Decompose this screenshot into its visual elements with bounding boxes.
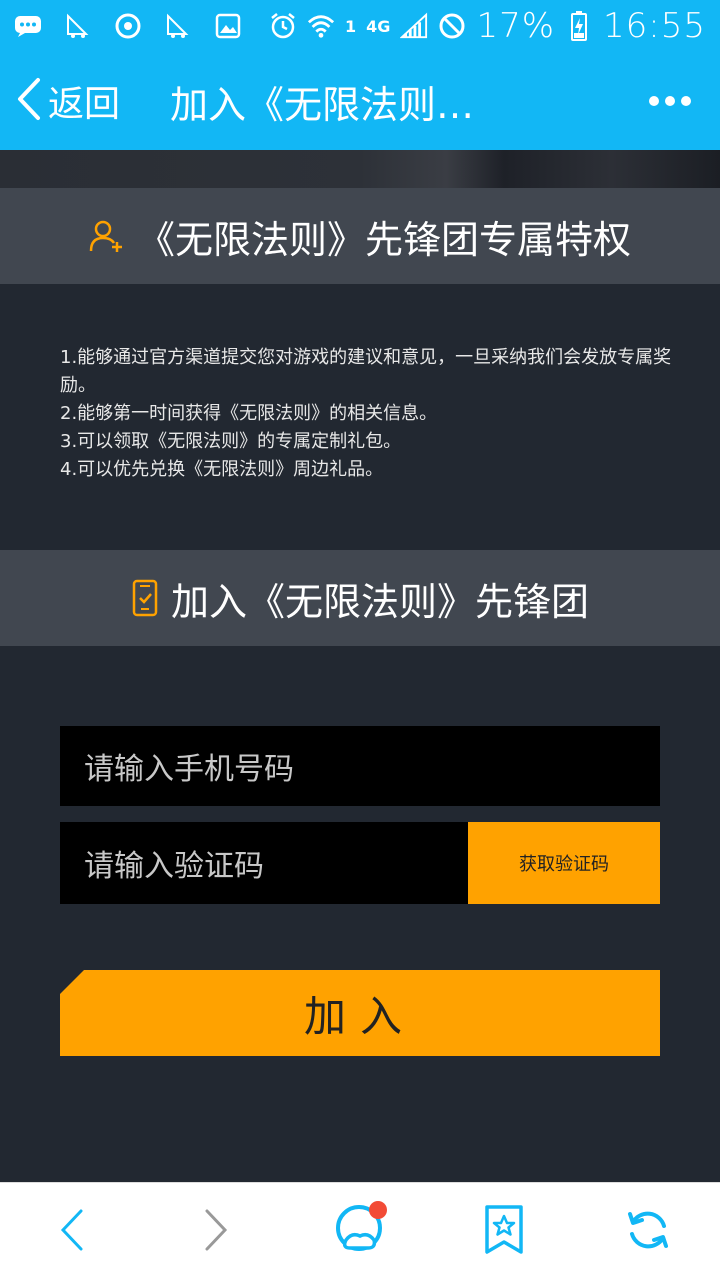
join-header: 加入《无限法则》先锋团 xyxy=(0,550,720,646)
phone-check-icon xyxy=(131,579,159,617)
clock: 16:55 xyxy=(603,6,706,46)
privilege-item: 4.可以优先兑换《无限法则》周边礼品。 xyxy=(60,459,384,480)
get-code-button[interactable]: 获取验证码 xyxy=(468,822,660,904)
more-dot-icon xyxy=(665,96,675,106)
power-app-icon xyxy=(114,12,142,40)
status-bar: 1 4G 17% 16:55 xyxy=(0,0,720,52)
network-type: 4G xyxy=(366,16,391,36)
chat-notification-icon xyxy=(14,12,42,40)
sailboat-app-icon xyxy=(64,12,92,40)
sailboat-app-icon-2 xyxy=(164,12,192,40)
chevron-left-icon xyxy=(59,1208,85,1256)
nav-refresh-button[interactable] xyxy=(603,1187,693,1277)
page-title: 加入《无限法则… xyxy=(170,82,475,127)
verification-code-input[interactable]: 请输入验证码 xyxy=(60,822,468,904)
battery-percent: 17% xyxy=(476,6,556,46)
do-not-disturb-icon xyxy=(438,12,466,40)
notification-dot xyxy=(369,1200,387,1219)
join-button[interactable]: 加入 xyxy=(60,970,660,1056)
privileges-list: 1.能够通过官方渠道提交您对游戏的建议和意见，一旦采纳我们会发放专属奖励。 2.… xyxy=(60,344,680,484)
back-label: 返回 xyxy=(48,84,121,125)
privilege-item: 1.能够通过官方渠道提交您对游戏的建议和意见，一旦采纳我们会发放专属奖励。 xyxy=(60,347,672,396)
more-dot-icon xyxy=(681,96,691,106)
join-label: 加入 xyxy=(303,991,416,1041)
wifi-icon xyxy=(307,12,335,40)
phone-input[interactable]: 请输入手机号码 xyxy=(60,726,660,806)
nav-forward-button[interactable] xyxy=(171,1187,261,1277)
gallery-icon xyxy=(214,12,242,40)
join-title: 加入《无限法则》先锋团 xyxy=(170,579,589,624)
title-bar: 返回 加入《无限法则… xyxy=(0,52,720,150)
chevron-left-icon xyxy=(16,77,42,125)
privilege-item: 2.能够第一时间获得《无限法则》的相关信息。 xyxy=(60,403,438,424)
alarm-icon xyxy=(269,12,297,40)
nav-back-button[interactable] xyxy=(27,1187,117,1277)
privilege-item: 3.可以领取《无限法则》的专属定制礼包。 xyxy=(60,431,402,452)
bookmark-star-icon xyxy=(483,1204,525,1260)
banner-image xyxy=(0,150,720,188)
signal-icon xyxy=(400,12,428,40)
refresh-icon xyxy=(624,1206,672,1258)
sim-slot-badge: 1 xyxy=(345,16,357,36)
corner-decoration xyxy=(60,970,84,994)
bottom-nav xyxy=(0,1182,720,1280)
more-menu-button[interactable] xyxy=(620,52,720,150)
back-button[interactable]: 返回 xyxy=(0,52,170,150)
add-user-icon xyxy=(89,218,125,254)
privileges-title: 《无限法则》先锋团专属特权 xyxy=(136,217,631,262)
privileges-header: 《无限法则》先锋团专属特权 xyxy=(0,188,720,284)
more-dot-icon xyxy=(649,96,659,106)
chevron-right-icon xyxy=(203,1208,229,1256)
nav-qzone-button[interactable] xyxy=(315,1187,405,1277)
nav-bookmark-button[interactable] xyxy=(459,1187,549,1277)
battery-charging-icon xyxy=(565,11,593,41)
